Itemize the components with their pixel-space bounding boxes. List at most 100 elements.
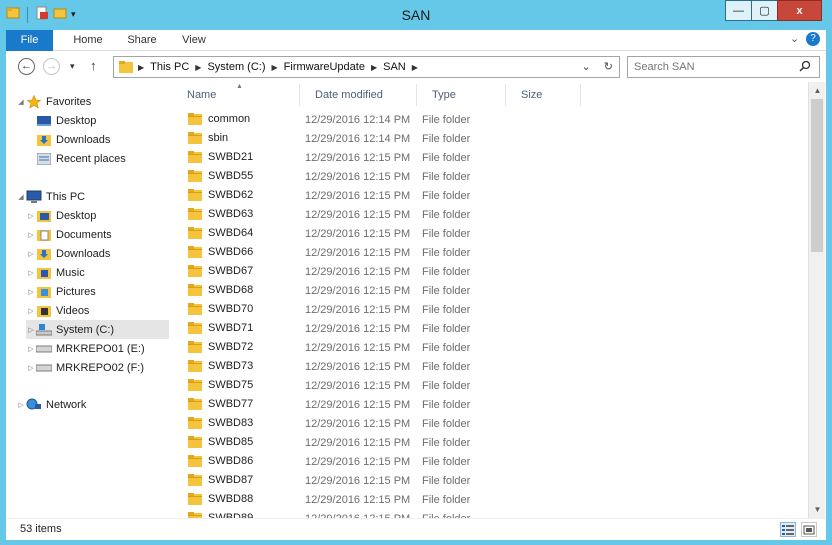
close-button[interactable]: x bbox=[777, 0, 822, 21]
table-row[interactable]: SWBD75 12/29/2016 12:15 PM File folder bbox=[172, 377, 808, 396]
nav-pc-documents[interactable]: ▷ Documents bbox=[26, 225, 191, 244]
table-row[interactable]: SWBD67 12/29/2016 12:15 PM File folder bbox=[172, 263, 808, 282]
expanded-caret-icon: ◢ bbox=[18, 98, 24, 106]
nav-pc-downloads[interactable]: ▷ Downloads bbox=[26, 244, 191, 263]
expand-ribbon-icon[interactable]: ⌄ bbox=[790, 32, 799, 45]
nav-pc-mrkrepo02[interactable]: ▷ MRKREPO02 (F:) bbox=[26, 358, 191, 377]
tab-share[interactable]: Share bbox=[122, 30, 162, 51]
nav-pc-system-c[interactable]: ▷ System (C:) bbox=[26, 320, 169, 339]
file-date-modified: 12/29/2016 12:15 PM bbox=[305, 247, 411, 259]
column-header-name[interactable]: ▲ Name bbox=[172, 83, 300, 106]
table-row[interactable]: SWBD62 12/29/2016 12:15 PM File folder bbox=[172, 187, 808, 206]
minimize-button[interactable]: — bbox=[725, 0, 752, 21]
nav-pc-pictures[interactable]: ▷ Pictures bbox=[26, 282, 191, 301]
nav-pc-videos[interactable]: ▷ Videos bbox=[26, 301, 191, 320]
folder-icon bbox=[188, 493, 202, 505]
file-date-modified: 12/29/2016 12:15 PM bbox=[305, 285, 411, 297]
column-header-type[interactable]: Type bbox=[417, 84, 506, 106]
help-icon[interactable]: ? bbox=[806, 32, 820, 46]
breadcrumb-this-pc[interactable]: This PC bbox=[150, 61, 189, 73]
large-icons-view-button[interactable] bbox=[801, 522, 817, 537]
table-row[interactable]: SWBD83 12/29/2016 12:15 PM File folder bbox=[172, 415, 808, 434]
table-row[interactable]: sbin 12/29/2016 12:14 PM File folder bbox=[172, 130, 808, 149]
file-date-modified: 12/29/2016 12:15 PM bbox=[305, 494, 411, 506]
nav-pc-mrkrepo01[interactable]: ▷ MRKREPO01 (E:) bbox=[26, 339, 191, 358]
nav-label: Videos bbox=[56, 304, 90, 317]
nav-label: Music bbox=[56, 266, 85, 279]
nav-pc-desktop[interactable]: ▷ Desktop bbox=[26, 206, 191, 225]
file-name: SWBD85 bbox=[208, 436, 254, 448]
table-row[interactable]: SWBD73 12/29/2016 12:15 PM File folder bbox=[172, 358, 808, 377]
explorer-window: ▾ SAN — ▢ x File Home Share View ⌄ ? ← →… bbox=[0, 0, 832, 545]
scroll-up-icon[interactable]: ▲ bbox=[809, 82, 826, 99]
table-row[interactable]: SWBD68 12/29/2016 12:15 PM File folder bbox=[172, 282, 808, 301]
back-button[interactable]: ← bbox=[18, 58, 35, 75]
table-row[interactable]: SWBD55 12/29/2016 12:15 PM File folder bbox=[172, 168, 808, 187]
title-bar: ▾ SAN — ▢ x bbox=[0, 0, 832, 30]
table-row[interactable]: common 12/29/2016 12:14 PM File folder bbox=[172, 111, 808, 130]
breadcrumb-system-c[interactable]: System (C:) bbox=[207, 61, 265, 73]
nav-this-pc[interactable]: ◢ This PC bbox=[16, 187, 181, 206]
nav-label: Favorites bbox=[46, 95, 92, 108]
search-box[interactable] bbox=[627, 56, 820, 78]
table-row[interactable]: SWBD87 12/29/2016 12:15 PM File folder bbox=[172, 472, 808, 491]
column-header-size[interactable]: Size bbox=[506, 84, 581, 106]
table-row[interactable]: SWBD72 12/29/2016 12:15 PM File folder bbox=[172, 339, 808, 358]
file-date-modified: 12/29/2016 12:15 PM bbox=[305, 418, 411, 430]
nav-pc-music[interactable]: ▷ Music bbox=[26, 263, 191, 282]
address-bar[interactable]: ▶ This PC ▶ System (C:) ▶ FirmwareUpdate… bbox=[113, 56, 620, 78]
table-row[interactable]: SWBD70 12/29/2016 12:15 PM File folder bbox=[172, 301, 808, 320]
table-row[interactable]: SWBD71 12/29/2016 12:15 PM File folder bbox=[172, 320, 808, 339]
search-input[interactable] bbox=[628, 57, 788, 77]
file-date-modified: 12/29/2016 12:15 PM bbox=[305, 304, 411, 316]
file-type: File folder bbox=[422, 437, 471, 449]
scroll-down-icon[interactable]: ▼ bbox=[809, 501, 826, 518]
table-row[interactable]: SWBD21 12/29/2016 12:15 PM File folder bbox=[172, 149, 808, 168]
tab-view[interactable]: View bbox=[176, 30, 212, 51]
scroll-thumb[interactable] bbox=[811, 99, 823, 252]
table-row[interactable]: SWBD66 12/29/2016 12:15 PM File folder bbox=[172, 244, 808, 263]
file-type: File folder bbox=[422, 114, 471, 126]
column-header-date-modified[interactable]: Date modified bbox=[300, 84, 417, 106]
file-name-cell: SWBD73 bbox=[188, 360, 253, 372]
collapsed-caret-icon: ▷ bbox=[28, 307, 34, 315]
collapsed-caret-icon: ▷ bbox=[18, 401, 24, 409]
table-row[interactable]: SWBD88 12/29/2016 12:15 PM File folder bbox=[172, 491, 808, 510]
tab-home[interactable]: Home bbox=[66, 30, 110, 51]
table-row[interactable]: SWBD85 12/29/2016 12:15 PM File folder bbox=[172, 434, 808, 453]
vertical-scrollbar[interactable]: ▲ ▼ bbox=[808, 82, 825, 518]
file-date-modified: 12/29/2016 12:15 PM bbox=[305, 342, 411, 354]
crumb-separator-icon: ▶ bbox=[411, 62, 418, 72]
table-row[interactable]: SWBD86 12/29/2016 12:15 PM File folder bbox=[172, 453, 808, 472]
table-row[interactable]: SWBD64 12/29/2016 12:15 PM File folder bbox=[172, 225, 808, 244]
refresh-icon[interactable]: ↻ bbox=[604, 61, 613, 73]
file-name-cell: SWBD85 bbox=[188, 436, 253, 448]
table-row[interactable]: SWBD77 12/29/2016 12:15 PM File folder bbox=[172, 396, 808, 415]
details-view-button[interactable] bbox=[780, 522, 796, 537]
tab-file[interactable]: File bbox=[6, 30, 53, 51]
forward-button[interactable]: → bbox=[43, 58, 60, 75]
search-icon[interactable] bbox=[799, 60, 811, 75]
collapsed-caret-icon: ▷ bbox=[28, 364, 34, 372]
table-row[interactable]: SWBD8912/29/2016 12:15 PMFile folder bbox=[172, 510, 808, 518]
nav-network[interactable]: ▷ Network bbox=[16, 395, 181, 414]
breadcrumb-san[interactable]: SAN bbox=[383, 61, 406, 73]
up-button[interactable]: ↑ bbox=[90, 58, 97, 73]
address-dropdown-icon[interactable]: ⌄ bbox=[582, 61, 591, 73]
file-date-modified: 12/29/2016 12:15 PM bbox=[305, 361, 411, 373]
nav-fav-desktop[interactable]: Desktop bbox=[26, 111, 191, 130]
file-type: File folder bbox=[422, 152, 471, 164]
navigation-bar: ← → ▾ ↑ ▶ This PC ▶ System (C:) ▶ Firmwa… bbox=[6, 51, 826, 82]
nav-fav-recent-places[interactable]: Recent places bbox=[26, 149, 191, 168]
breadcrumb-firmwareupdate[interactable]: FirmwareUpdate bbox=[284, 61, 365, 73]
file-name-cell: SWBD67 bbox=[188, 265, 253, 277]
table-row[interactable]: SWBD63 12/29/2016 12:15 PM File folder bbox=[172, 206, 808, 225]
recent-locations-button[interactable]: ▾ bbox=[70, 61, 75, 72]
navigation-pane: ◢ Favorites Desktop Downloads Recent pla… bbox=[6, 82, 171, 518]
nav-fav-downloads[interactable]: Downloads bbox=[26, 130, 191, 149]
nav-label: MRKREPO01 (E:) bbox=[56, 342, 145, 355]
maximize-button[interactable]: ▢ bbox=[751, 0, 778, 21]
file-name: SWBD62 bbox=[208, 189, 254, 201]
nav-favorites[interactable]: ◢ Favorites bbox=[16, 92, 181, 111]
crumb-separator-icon: ▶ bbox=[138, 62, 145, 72]
